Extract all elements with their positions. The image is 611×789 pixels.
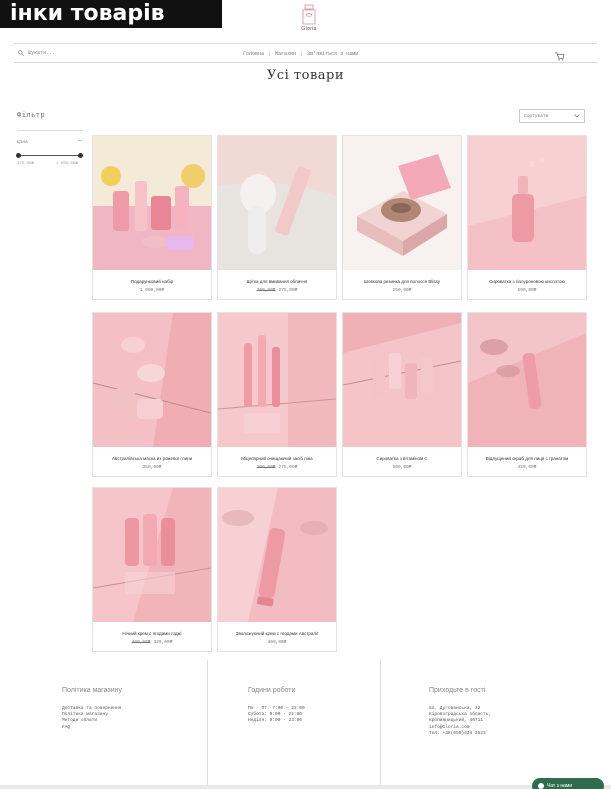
nav-item-contact[interactable]: Зв'яжіться з нами <box>307 51 358 57</box>
sort-label: Сортувати <box>524 113 549 119</box>
product-image[interactable] <box>468 136 586 270</box>
nav-divider <box>14 62 597 63</box>
product-price: 300,00₴ 275,00₴ <box>218 465 336 470</box>
product-price: 300,00₴ 275,00₴ <box>218 288 336 293</box>
product-card[interactable]: Відлущений скраб для лиця с гранатом 450… <box>467 312 587 477</box>
product-price-current: 350,00₴ <box>142 465 162 470</box>
footer-policy-title: Політика магазину <box>62 687 122 694</box>
footer-visit-title: Приходьте в гості <box>429 687 486 694</box>
brand-name: Gloria <box>301 26 317 32</box>
chat-icon <box>538 783 544 789</box>
product-price-current: 250,00₴ <box>392 288 412 293</box>
chat-button[interactable]: Чат з нами <box>532 778 604 789</box>
product-price-old: 300,00₴ <box>256 288 276 293</box>
product-price-current: 500,00₴ <box>392 465 412 470</box>
product-price: 1 000,00₴ <box>93 288 211 293</box>
product-card[interactable]: Сироватка з вітаміном С 500,00₴ <box>342 312 462 477</box>
product-card[interactable]: Міцелярний очищаючий засіб піна 300,00₴ 2… <box>217 312 337 477</box>
price-filter-label[interactable]: Ціна <box>17 140 28 145</box>
product-name[interactable]: Австралійська маска из рожевої глини <box>93 456 211 461</box>
product-name[interactable]: Сироватка з гіалуроновою кислотою <box>468 279 586 284</box>
sidebar-divider <box>17 130 83 131</box>
product-price-current: 275,00₴ <box>278 288 298 293</box>
footer-policy: Політика магазину Доставка та повернення… <box>62 660 202 785</box>
product-price-current: 450,00₴ <box>517 465 537 470</box>
chevron-down-icon <box>574 114 580 118</box>
product-image[interactable] <box>218 313 336 447</box>
filter-title: Фільтр <box>17 112 46 120</box>
product-price: 400,00₴ <box>218 640 336 645</box>
price-slider-max-handle[interactable] <box>78 153 83 158</box>
product-name[interactable]: Нічний крем с ягодами годжі <box>93 631 211 636</box>
product-name[interactable]: Зволожуючий крем с ягодами Австралії <box>218 631 336 636</box>
product-card[interactable]: Нічний крем с ягодами годжі 400,00₴ 320,0… <box>92 487 212 652</box>
footer-divider <box>207 660 208 785</box>
cart-icon <box>555 52 565 61</box>
search-placeholder: Шукати... <box>28 50 56 56</box>
product-name[interactable]: Шовкова резинка для волосся Blissy <box>343 279 461 284</box>
footer-divider <box>380 660 381 785</box>
product-name[interactable]: Щітка для вмивання обличчя <box>218 279 336 284</box>
product-image[interactable] <box>93 313 211 447</box>
brand-logo[interactable]: Gloria <box>289 4 329 38</box>
price-slider[interactable] <box>16 153 83 158</box>
product-image[interactable] <box>93 136 211 270</box>
search-box[interactable]: Шукати... <box>18 50 55 56</box>
product-price-current: 275,00₴ <box>278 465 298 470</box>
product-name[interactable]: Подарунковий набір <box>93 279 211 284</box>
product-price-current: 320,00₴ <box>153 640 173 645</box>
sort-select[interactable]: Сортувати <box>519 109 585 123</box>
price-min-value: 275,00₴ <box>17 162 34 166</box>
nav-item-home[interactable]: Головна <box>243 51 264 57</box>
product-price: 400,00₴ 320,00₴ <box>93 640 211 645</box>
product-price: 500,00₴ <box>468 288 586 293</box>
header-divider <box>14 43 597 44</box>
product-image[interactable] <box>218 136 336 270</box>
site-footer: Політика магазину Доставка та повернення… <box>0 660 611 789</box>
price-max-value: 1 000,00₴ <box>56 162 78 166</box>
footer-visit: Приходьте в гості вл. Дугованська, 32 Кі… <box>429 660 579 785</box>
product-card[interactable]: Подарунковий набір 1 000,00₴ <box>92 135 212 300</box>
collapse-icon[interactable]: – <box>78 138 81 144</box>
chat-label: Чат з нами <box>547 783 573 789</box>
product-card[interactable]: Щітка для вмивання обличчя 300,00₴ 275,00… <box>217 135 337 300</box>
nav-item-shop[interactable]: Магазин <box>275 51 296 57</box>
search-icon <box>18 50 24 56</box>
nav-separator: | <box>268 51 272 57</box>
product-card[interactable]: Сироватка з гіалуроновою кислотою 500,00… <box>467 135 587 300</box>
main-nav: Головна | Магазин | Зв'яжіться з нами <box>243 51 358 57</box>
product-image[interactable] <box>343 313 461 447</box>
product-name[interactable]: Відлущений скраб для лиця с гранатом <box>468 456 586 461</box>
product-card[interactable]: Шовкова резинка для волосся Blissy 250,0… <box>342 135 462 300</box>
product-price-old: 400,00₴ <box>131 640 151 645</box>
product-price: 500,00₴ <box>343 465 461 470</box>
footer-phone[interactable]: Тел: +38(050)434 3523 <box>429 731 579 737</box>
product-price: 350,00₴ <box>93 465 211 470</box>
product-price: 250,00₴ <box>343 288 461 293</box>
product-name[interactable]: Міцелярний очищаючий засіб піна <box>218 456 336 461</box>
product-image[interactable] <box>93 488 211 622</box>
price-slider-min-handle[interactable] <box>16 153 21 158</box>
page-banner: інки товарів <box>0 0 222 28</box>
product-price-old: 300,00₴ <box>256 465 276 470</box>
product-price: 450,00₴ <box>468 465 586 470</box>
product-card[interactable]: Зволожуючий крем с ягодами Австралії 400… <box>217 487 337 652</box>
product-card[interactable]: Австралійська маска из рожевої глини 350… <box>92 312 212 477</box>
nav-separator: | <box>300 51 304 57</box>
footer-base-bar <box>0 785 611 789</box>
product-price-current: 1 000,00₴ <box>139 288 165 293</box>
product-image[interactable] <box>343 136 461 270</box>
product-price-current: 500,00₴ <box>517 288 537 293</box>
product-image[interactable] <box>218 488 336 622</box>
product-image[interactable] <box>468 313 586 447</box>
footer-hours: Години роботи Пн - Пт: 7:00 - 22:00 Субо… <box>248 660 378 785</box>
footer-hours-sunday: Неділя: 9:00 - 23:00 <box>248 718 303 724</box>
footer-link-faq[interactable]: FAQ <box>62 725 202 731</box>
footer-hours-title: Години роботи <box>248 687 296 694</box>
page-title: Усі товари <box>266 68 345 83</box>
cart-button[interactable] <box>554 48 565 66</box>
product-name[interactable]: Сироватка з вітаміном С <box>343 456 461 461</box>
perfume-bottle-icon <box>302 4 316 25</box>
product-price-current: 400,00₴ <box>267 640 287 645</box>
